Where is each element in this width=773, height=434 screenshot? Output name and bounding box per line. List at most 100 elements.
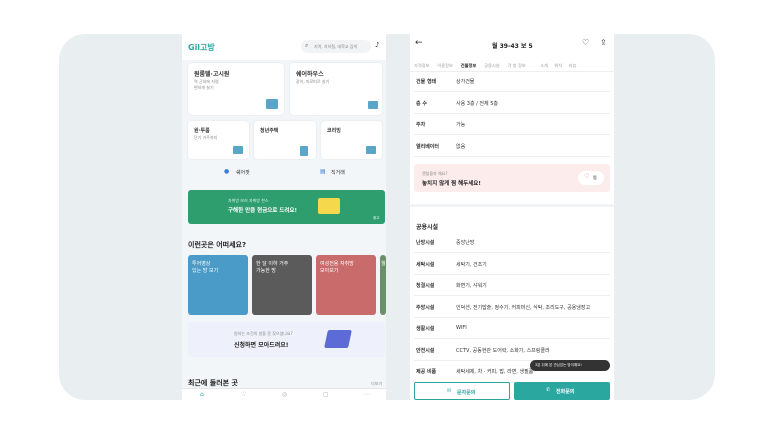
info-row: 층 수 사용 3층 / 전체 5층 xyxy=(414,92,610,114)
back-arrow-icon[interactable]: ← xyxy=(415,38,423,48)
row-key: 안전시설 xyxy=(416,347,435,354)
thumb-label: 한 달 이하 거주 가능한 방 xyxy=(256,261,289,274)
heart-icon[interactable]: ♡ xyxy=(241,391,246,398)
save-button[interactable]: ♡ 찜 xyxy=(578,171,604,185)
promo-title: 놓치지 않게 찜 해두세요! xyxy=(422,181,481,187)
row-key: 청결시설 xyxy=(416,283,435,289)
category-sub: 같이, 따로따로 살기 xyxy=(296,79,330,84)
tab-1[interactable]: 이용정보 xyxy=(437,63,452,69)
share-icon[interactable]: ⇪ xyxy=(600,38,607,47)
app-logo: Gil고방 xyxy=(188,43,215,52)
cta-title: 신청하면 모아드려요! xyxy=(234,342,289,349)
category-title: 원룸텔·고시원 xyxy=(194,71,230,78)
tab-2[interactable]: 건물정보 xyxy=(461,63,476,69)
section-title: 이런곳은 어떠세요? xyxy=(188,241,247,249)
row-key: 주방시설 xyxy=(416,304,435,311)
ad-badge: 광고 xyxy=(373,216,380,220)
tab-4[interactable]: 각 방 정보 xyxy=(508,63,526,69)
search-input[interactable]: ⌕ 지역, 지하철, 대학교 검색 xyxy=(301,40,371,53)
quick-link-shareplus[interactable]: 쉐어팟 xyxy=(236,169,250,176)
section-title: 공용시설 xyxy=(416,224,439,231)
thumb-women-only[interactable]: 여성전용 자취방 모아보기 xyxy=(316,255,376,315)
thumb-more[interactable]: 월 xyxy=(380,255,386,315)
thumb-label: 월 xyxy=(381,261,386,267)
row-value: 인덕션, 전기밥솥, 정수기, 커피머신, 식탁, 조리도구, 공용냉장고 xyxy=(456,304,591,311)
category-title: 원·투룸 xyxy=(194,128,210,134)
bottom-nav: ⌂ ♡ ◎ ▢ ⋯ xyxy=(182,388,386,400)
info-row: 주방시설 인덕션, 전기밥솥, 정수기, 커피머신, 식탁, 조리도구, 공용냉장… xyxy=(414,296,610,318)
quick-link-direct[interactable]: 직거래 xyxy=(331,169,345,176)
banner-subtitle: 자취방 보러 자취방 찬스 xyxy=(228,198,269,203)
home-icon[interactable]: ⌂ xyxy=(200,391,204,398)
tab-6[interactable]: 위치 xyxy=(554,63,562,69)
row-key: 생활시설 xyxy=(416,326,435,332)
info-row: 난방시설 중앙난방 xyxy=(414,231,610,253)
category-title: 코리빙 xyxy=(327,128,341,134)
background-panel xyxy=(59,34,715,400)
row-value: 상가건물 xyxy=(456,79,475,85)
heart-icon[interactable]: ♡ xyxy=(582,38,589,47)
map-icon[interactable]: ◎ xyxy=(282,391,287,398)
category-goshiwon[interactable]: 원룸텔·고시원 역 근처에 저렴 편하게 살기 xyxy=(188,63,284,115)
row-key: 난방시설 xyxy=(416,240,435,246)
row-value: 세탁기, 건조기 xyxy=(456,261,487,268)
listing-title: 월 39-43 보 5 xyxy=(492,43,533,50)
thumb-tour-video[interactable]: 투어영상 있는 방 보기 xyxy=(188,255,248,315)
info-row: 안전시설 CCTV, 공동현관 도어락, 소화기, 스프링클러 xyxy=(414,339,610,361)
thumb-label: 투어영상 있는 방 보기 xyxy=(192,261,219,274)
quick-links: ● 쉐어팟 ▤ 직거래 xyxy=(188,165,382,181)
category-oneroom[interactable]: 원·투룸 단기 거주까지 xyxy=(188,121,249,159)
row-value: 중앙난방 xyxy=(456,240,475,246)
category-title: 쉐어하우스 xyxy=(296,71,324,78)
search-icon: ⌕ xyxy=(305,42,309,49)
info-row: 엘리베이터 없음 xyxy=(414,135,610,157)
tab-3[interactable]: 공용시설 xyxy=(484,63,499,69)
detail-screen: ← 월 39-43 보 5 ♡ ⇪ 가격정보 이용정보 건물정보 공용시설 각 방 정보… xyxy=(410,34,614,400)
message-icon: ✉ xyxy=(447,388,452,394)
thumb-short-stay[interactable]: 한 달 이하 거주 가능한 방 xyxy=(252,255,312,315)
bell-icon[interactable]: ♪ xyxy=(375,41,379,49)
request-banner[interactable]: 원하는 조건의 방을 못 찾으셨나요? 신청하면 모아드려요! xyxy=(188,322,385,357)
tab-7[interactable]: 리뷰 xyxy=(569,63,577,69)
info-row: 주차 가능 xyxy=(414,113,610,135)
heart-icon: ♡ xyxy=(584,173,590,180)
row-value: 세탁세제, 차 · 커피, 밥, 라면, 생필품 xyxy=(456,369,534,375)
search-placeholder: 지역, 지하철, 대학교 검색 xyxy=(314,44,358,49)
cta-subtitle: 원하는 조건의 방을 못 찾으셨나요? xyxy=(234,331,293,336)
home-screen: Gil고방 ⌕ 지역, 지하철, 대학교 검색 ♪ 원룸텔·고시원 역 근처에 … xyxy=(182,34,386,400)
promo-banner[interactable]: 자취방 보러 자취방 찬스 구해한 만큼 현금으로 드려요! 광고 xyxy=(188,190,385,224)
bottom-actions: ✉ 문자문의 ✆ 전화문의 xyxy=(410,376,614,400)
info-row: 세탁시설 세탁기, 건조기 xyxy=(414,253,610,275)
call-button[interactable]: ✆ 전화문의 xyxy=(514,382,610,400)
detail-header: ← 월 39-43 보 5 ♡ ⇪ xyxy=(410,34,614,54)
promo-subtitle: 괜찮을까 해요? xyxy=(422,171,448,176)
row-value: 가능 xyxy=(456,122,466,128)
top-bar: Gil고방 ⌕ 지역, 지하철, 대학교 검색 ♪ xyxy=(182,34,386,60)
message-label: 문자문의 xyxy=(457,390,476,396)
toast: 3분 뒤에 본 관심있는 방이예요! xyxy=(530,360,610,371)
message-button[interactable]: ✉ 문자문의 xyxy=(414,382,510,400)
recent-more-link[interactable]: 더보기 xyxy=(371,381,382,387)
chat-icon[interactable]: ▢ xyxy=(323,391,329,398)
category-youth-housing[interactable]: 청년주택 xyxy=(254,121,316,159)
row-value: 없음 xyxy=(456,143,466,150)
room-icon xyxy=(233,146,243,154)
toast-text: 3분 뒤에 본 관심있는 방이예요! xyxy=(535,363,582,367)
envelope-icon xyxy=(324,330,352,348)
thumb-label: 여성전용 자취방 모아보기 xyxy=(320,261,354,274)
category-sharehouse[interactable]: 쉐어하우스 같이, 따로따로 살기 xyxy=(290,63,382,115)
people-icon: ● xyxy=(224,168,230,175)
tab-5[interactable]: 소개 xyxy=(540,63,548,69)
row-key: 건물 형태 xyxy=(416,79,437,85)
more-icon[interactable]: ⋯ xyxy=(364,391,370,398)
cash-icon xyxy=(318,198,340,214)
phone-icon: ✆ xyxy=(546,387,551,393)
info-row: 청결시설 화변기, 샤워기 xyxy=(414,274,610,296)
tab-0[interactable]: 가격정보 xyxy=(414,63,429,69)
save-promo: 괜찮을까 해요? 놓치지 않게 찜 해두세요! ♡ 찜 xyxy=(414,164,610,192)
save-label: 찜 xyxy=(593,175,597,180)
category-title: 청년주택 xyxy=(260,128,279,134)
category-coliving[interactable]: 코리빙 xyxy=(321,121,382,159)
row-key: 세탁시설 xyxy=(416,261,435,268)
doc-icon: ▤ xyxy=(320,168,326,175)
